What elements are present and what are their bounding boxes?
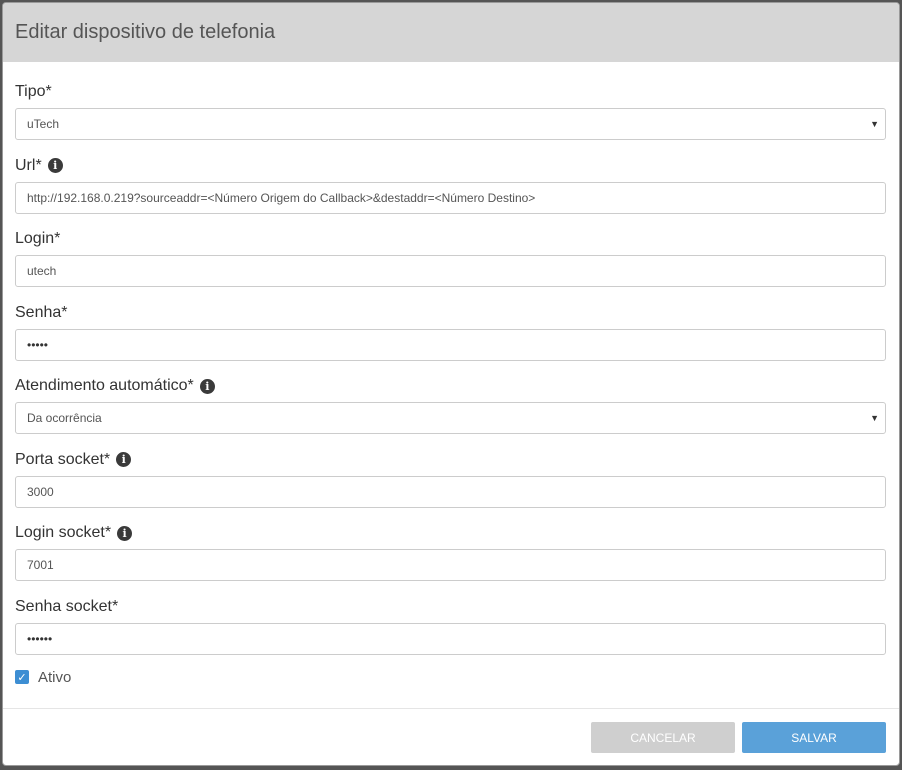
login-socket-input[interactable]: 7001	[15, 549, 886, 581]
senha-input[interactable]: •••••	[15, 328, 886, 361]
tipo-label: Tipo*	[15, 78, 887, 106]
ativo-row: ✓ Ativo	[15, 665, 887, 689]
dialog-footer: CANCELAR SALVAR	[3, 709, 899, 765]
field-login-socket: Login socket* i 7001	[15, 519, 887, 593]
login-value: utech	[27, 264, 57, 278]
field-porta-socket: Porta socket* i 3000	[15, 446, 887, 520]
ativo-checkbox[interactable]: ✓	[15, 670, 29, 684]
login-label-text: Login*	[15, 230, 61, 247]
check-icon: ✓	[17, 671, 27, 684]
senha-socket-input[interactable]: ••••••	[15, 622, 886, 655]
url-label: Url* i	[15, 152, 887, 180]
login-input[interactable]: utech	[15, 255, 886, 287]
atendimento-label: Atendimento automático* i	[15, 372, 887, 400]
login-socket-value: 7001	[27, 558, 54, 572]
chevron-down-icon: ▼	[870, 413, 879, 423]
porta-socket-label: Porta socket* i	[15, 446, 887, 474]
edit-device-dialog: Editar dispositivo de telefonia Tipo* uT…	[2, 2, 900, 766]
dialog-title: Editar dispositivo de telefonia	[15, 21, 276, 43]
ativo-label[interactable]: Ativo	[38, 669, 71, 686]
dialog-body: Tipo* uTech ▼ Url* i http://192.168.0.21…	[3, 62, 899, 689]
chevron-down-icon: ▼	[870, 119, 879, 129]
field-tipo: Tipo* uTech ▼	[15, 78, 887, 152]
save-button[interactable]: SALVAR	[742, 722, 886, 753]
field-atendimento: Atendimento automático* i Da ocorrência …	[15, 372, 887, 446]
porta-socket-input[interactable]: 3000	[15, 475, 886, 508]
url-input[interactable]: http://192.168.0.219?sourceaddr=<Número …	[15, 181, 886, 214]
tipo-label-text: Tipo*	[15, 83, 52, 100]
senha-label: Senha*	[15, 299, 887, 327]
field-url: Url* i http://192.168.0.219?sourceaddr=<…	[15, 152, 887, 226]
atendimento-label-text: Atendimento automático*	[15, 377, 194, 394]
field-login: Login* utech	[15, 225, 887, 299]
tipo-select[interactable]: uTech ▼	[15, 108, 886, 140]
login-label: Login*	[15, 225, 887, 253]
dialog-header: Editar dispositivo de telefonia	[3, 3, 899, 62]
senha-socket-label-text: Senha socket*	[15, 597, 119, 615]
info-icon[interactable]: i	[199, 378, 215, 394]
senha-socket-label: Senha socket*	[15, 593, 887, 621]
info-icon[interactable]: i	[117, 525, 133, 541]
cancel-button[interactable]: CANCELAR	[591, 722, 735, 753]
info-icon[interactable]: i	[116, 452, 132, 467]
login-socket-label: Login socket* i	[15, 519, 887, 547]
porta-socket-label-text: Porta socket*	[15, 450, 111, 468]
atendimento-select[interactable]: Da ocorrência ▼	[15, 402, 886, 434]
porta-socket-value: 3000	[27, 484, 54, 499]
senha-value: •••••	[27, 337, 49, 352]
url-label-text: Url*	[15, 156, 42, 174]
senha-socket-value: ••••••	[27, 631, 53, 646]
tipo-selected-value: uTech	[27, 117, 60, 131]
field-senha-socket: Senha socket* ••••••	[15, 593, 887, 667]
login-socket-label-text: Login socket*	[15, 524, 112, 541]
field-senha: Senha* •••••	[15, 299, 887, 373]
info-icon[interactable]: i	[47, 158, 63, 173]
senha-label-text: Senha*	[15, 303, 68, 321]
atendimento-selected-value: Da ocorrência	[27, 411, 102, 425]
url-value: http://192.168.0.219?sourceaddr=<Número …	[27, 190, 536, 205]
